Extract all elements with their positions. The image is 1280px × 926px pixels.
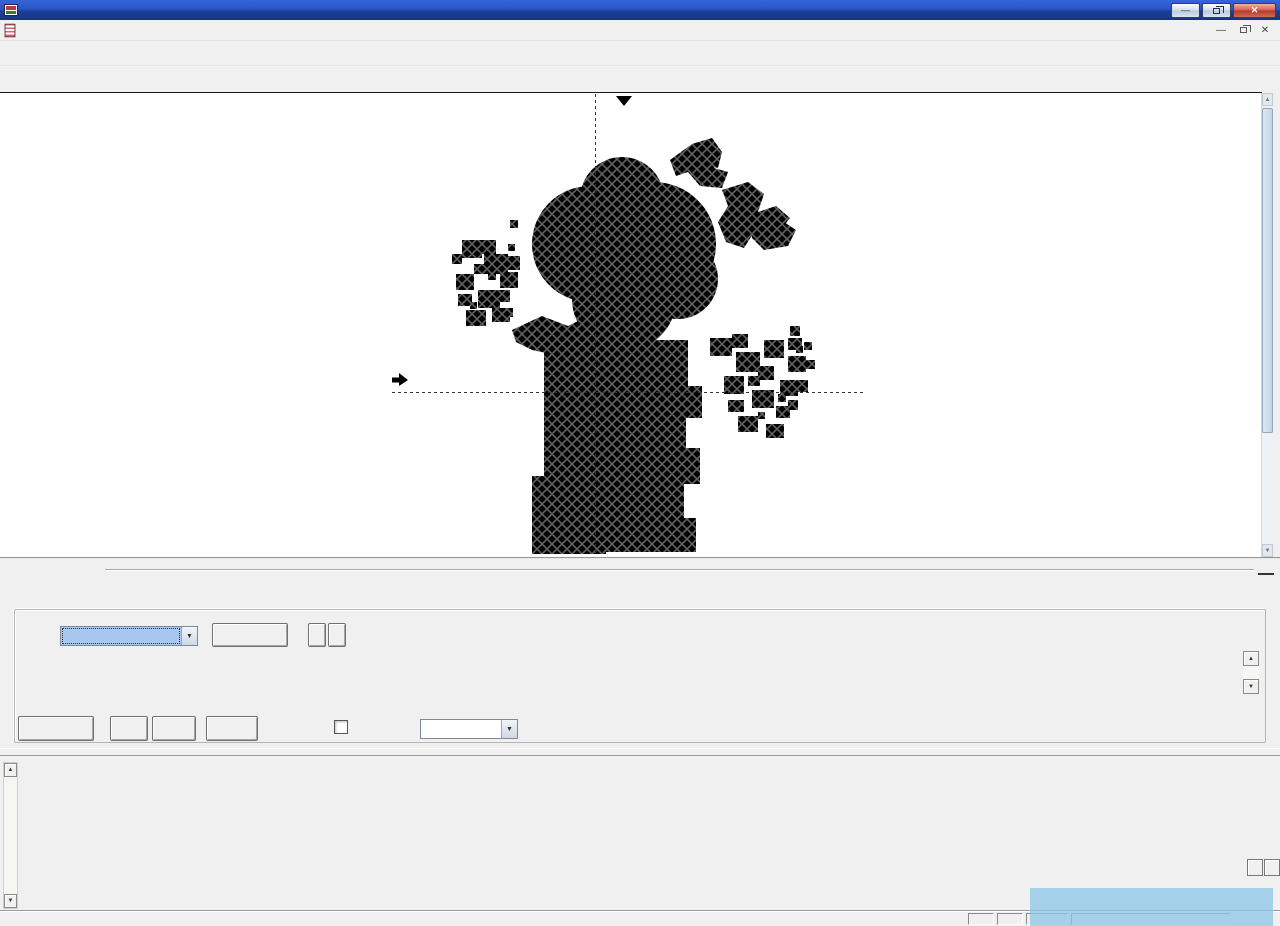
font-combo-value[interactable]: [61, 627, 181, 645]
scrollbar-track[interactable]: [1243, 666, 1259, 679]
mdi-minimize-button[interactable]: —: [1210, 22, 1232, 38]
palette-scroll-right-button[interactable]: [1264, 859, 1280, 876]
font-combo[interactable]: ▼: [60, 626, 198, 646]
panel-divider: [0, 748, 1280, 756]
mdi-close-button[interactable]: ✕: [1254, 22, 1276, 38]
scroll-up-icon[interactable]: ▲: [4, 763, 17, 777]
menu-bar: — ✕: [0, 20, 1280, 41]
use-button: [110, 716, 148, 741]
panel-rule: [105, 569, 1254, 571]
palette-scroll-left-button[interactable]: [1247, 859, 1263, 876]
dropdown-arrow-icon[interactable]: ▼: [181, 627, 197, 645]
status-panel: [997, 913, 1023, 925]
make-default-button[interactable]: [212, 623, 288, 647]
document-icon: [5, 23, 16, 37]
increase-size-button[interactable]: [308, 623, 326, 647]
show-symbols-combo-value[interactable]: [421, 720, 501, 738]
minimize-button[interactable]: —: [1171, 3, 1200, 18]
grid-major: [392, 94, 863, 555]
status-panel: [968, 913, 994, 925]
app-icon: [4, 4, 18, 16]
dropdown-arrow-icon[interactable]: ▼: [501, 720, 517, 738]
center-marker-left-tail: [392, 378, 400, 383]
palette-grid: [25, 762, 1219, 909]
palette-vertical-scrollbar[interactable]: ▲ ▼: [3, 762, 18, 909]
restore-button[interactable]: [1202, 3, 1231, 18]
auto-selection-button[interactable]: [18, 716, 94, 741]
toolbar-standard: [0, 41, 1280, 66]
symbols-scrollbar[interactable]: ▲ ▼: [1243, 651, 1259, 694]
downloads-guru-watermark: [1030, 888, 1273, 926]
panel-close-button[interactable]: [1258, 561, 1274, 575]
scroll-down-icon[interactable]: ▼: [1243, 679, 1259, 694]
title-bar: — ✕: [0, 0, 1280, 20]
show-symbols-combo[interactable]: ▼: [420, 719, 518, 739]
scroll-up-icon[interactable]: ▲: [1243, 651, 1259, 666]
scrollbar-thumb[interactable]: [1262, 108, 1273, 433]
pattern-fabric: [392, 94, 863, 555]
scroll-up-icon[interactable]: ▲: [1262, 93, 1273, 106]
quick-entry-checkbox[interactable]: [334, 720, 348, 734]
restore-icon: [1213, 8, 1220, 14]
available-symbols-groupbox: [14, 609, 1266, 743]
toolbar-stitches: [0, 66, 1280, 92]
mdi-restore-button[interactable]: [1232, 22, 1254, 38]
clear-all-button[interactable]: [206, 716, 258, 741]
scroll-down-icon[interactable]: ▼: [4, 894, 17, 908]
unuse-button[interactable]: [152, 716, 196, 741]
canvas-vertical-scrollbar[interactable]: ▲ ▼: [1261, 93, 1272, 557]
pattern-canvas-area[interactable]: [0, 92, 1262, 557]
scroll-down-icon[interactable]: ▼: [1262, 544, 1273, 557]
mdi-restore-icon: [1240, 27, 1247, 33]
close-button[interactable]: ✕: [1233, 3, 1276, 18]
decrease-size-button[interactable]: [328, 623, 346, 647]
palette-options-panel: ▼ ▲ ▼ ▼: [0, 557, 1280, 748]
